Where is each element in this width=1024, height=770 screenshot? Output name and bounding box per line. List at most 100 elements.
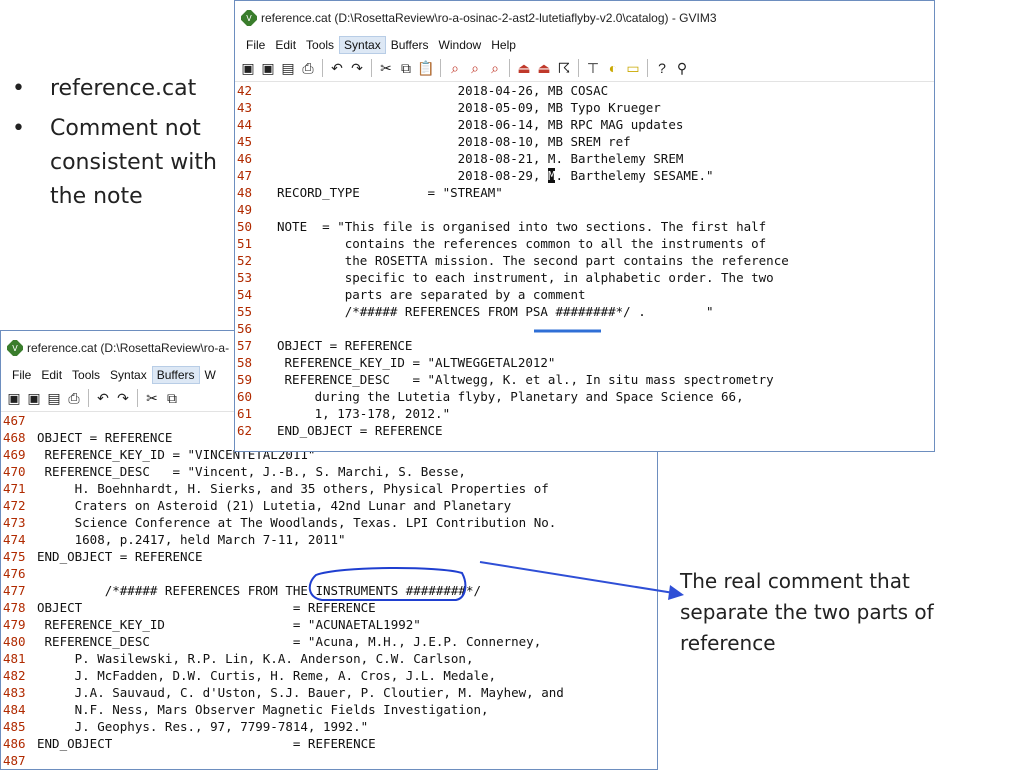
copy-icon[interactable]: ⧉ [397,59,415,77]
bullet-comment: Comment not consistent with the note [8,112,238,214]
gvim-window-front[interactable]: V reference.cat (D:\RosettaReview\ro-a-o… [234,0,935,452]
menu-file[interactable]: File [7,366,36,384]
line-text: END_OBJECT = REFERENCE [277,423,443,438]
help-icon[interactable]: ? [653,59,671,77]
line-number: 44 [237,117,253,132]
line-text: J. Geophys. Res., 97, 7799-7814, 1992." [37,719,369,734]
code-line: 52 the ROSETTA mission. The second part … [235,252,934,269]
line-number: 477 [3,583,26,598]
line-text: 1, 173-178, 2012." [277,406,451,421]
shell-icon[interactable]: ◐ [604,59,622,77]
load-session-icon[interactable]: ⏏ [515,59,533,77]
line-number: 43 [237,100,253,115]
line-number: 58 [237,355,253,370]
save-all-icon[interactable]: ▤ [45,389,63,407]
menu-file[interactable]: File [241,36,270,54]
gvim-app-icon: V [241,10,257,26]
undo-icon[interactable]: ↶ [94,389,112,407]
menu-syntax[interactable]: Syntax [339,36,386,54]
code-line: 485 J. Geophys. Res., 97, 7799-7814, 199… [1,718,657,735]
code-line: 45 2018-08-10, MB SREM ref [235,133,934,150]
open-icon[interactable]: ▣ [5,389,23,407]
menu-tools[interactable]: Tools [301,36,339,54]
cut-icon[interactable]: ✂ [377,59,395,77]
title-bar[interactable]: V reference.cat (D:\RosettaReview\ro-a-o… [235,1,934,35]
paste-icon[interactable]: 📋 [417,59,435,77]
line-number: 42 [237,83,253,98]
svg-text:V: V [12,344,18,353]
line-text: /*##### REFERENCES FROM THE INSTRUMENTS … [37,583,482,598]
code-line: 58 REFERENCE_KEY_ID = "ALTWEGGETAL2012" [235,354,934,371]
find-next-icon[interactable]: ⌕ [466,59,484,77]
toolbar-separator [509,59,510,77]
code-line: 62 END_OBJECT = REFERENCE [235,422,934,439]
line-text: RECORD_TYPE = "STREAM" [277,185,503,200]
find-help-icon[interactable]: ⚲ [673,59,691,77]
line-number: 61 [237,406,253,421]
run-script-icon[interactable]: ☈ [555,59,573,77]
toolbar-separator [322,59,323,77]
save-icon[interactable]: ▣ [25,389,43,407]
menu-window[interactable]: Window [434,36,487,54]
slide-bullet-list: reference.cat Comment not consistent wit… [8,72,238,220]
code-line: 479 REFERENCE_KEY_ID = "ACUNAETAL1992" [1,616,657,633]
gvim-app-icon: V [7,340,23,356]
redo-icon[interactable]: ↷ [114,389,132,407]
line-number: 46 [237,151,253,166]
print-icon[interactable]: ⎙ [299,59,317,77]
line-text: Craters on Asteroid (21) Lutetia, 42nd L… [37,498,512,513]
line-number: 57 [237,338,253,353]
line-text: contains the references common to all th… [277,236,767,251]
menu-edit[interactable]: Edit [270,36,301,54]
line-number: 469 [3,447,26,462]
save-session-icon[interactable]: ⏏ [535,59,553,77]
toolbar-separator [578,59,579,77]
print-icon[interactable]: ⎙ [65,389,83,407]
line-number: 51 [237,236,253,251]
menu-buffers[interactable]: Buffers [386,36,434,54]
menu-tools[interactable]: Tools [67,366,105,384]
find-icon[interactable]: ⌕ [446,59,464,77]
line-number: 50 [237,219,253,234]
find-prev-icon[interactable]: ⌕ [486,59,504,77]
menu-window[interactable]: W [200,366,221,384]
redo-icon[interactable]: ↷ [348,59,366,77]
line-text: REFERENCE_DESC = "Acuna, M.H., J.E.P. Co… [37,634,542,649]
open-icon[interactable]: ▣ [239,59,257,77]
line-number: 470 [3,464,26,479]
menu-syntax[interactable]: Syntax [105,366,152,384]
line-number: 483 [3,685,26,700]
cut-icon[interactable]: ✂ [143,389,161,407]
menu-buffers[interactable]: Buffers [151,366,200,384]
code-line: 46 2018-08-21, M. Barthelemy SREM [235,150,934,167]
line-text: parts are separated by a comment [277,287,586,302]
line-text: OBJECT = REFERENCE [37,600,376,615]
menu-help[interactable]: Help [486,36,521,54]
editor-buffer[interactable]: 467 468 OBJECT = REFERENCE 469 REFERENCE_… [1,412,657,769]
save-all-icon[interactable]: ▤ [279,59,297,77]
copy-icon[interactable]: ⧉ [163,389,181,407]
line-number: 478 [3,600,26,615]
code-line: 471 H. Boehnhardt, H. Sierks, and 35 oth… [1,480,657,497]
save-icon[interactable]: ▣ [259,59,277,77]
line-text: OBJECT = REFERENCE [277,338,413,353]
line-text: END_OBJECT = REFERENCE [37,549,203,564]
make-icon[interactable]: ⊤ [584,59,602,77]
line-number: 56 [237,321,253,336]
menu-edit[interactable]: Edit [36,366,67,384]
line-number: 47 [237,168,253,183]
line-text: P. Wasilewski, R.P. Lin, K.A. Anderson, … [37,651,474,666]
toolbar: ▣ ▣ ▤ ⎙ ↶ ↷ ✂ ⧉ 📋 ⌕ ⌕ ⌕ ⏏ ⏏ ☈ ⊤ ◐ ▭ ? ⚲ [235,55,934,82]
line-text: REFERENCE_DESC = "Vincent, J.-B., S. Mar… [37,464,466,479]
tag-jump-icon[interactable]: ▭ [624,59,642,77]
code-line: 43 2018-05-09, MB Typo Krueger [235,99,934,116]
toolbar-separator [440,59,441,77]
editor-buffer[interactable]: 42 2018-04-26, MB COSAC 43 2018-05-09, M… [235,82,934,439]
line-text: J.A. Sauvaud, C. d'Uston, S.J. Bauer, P.… [37,685,564,700]
code-line: 483 J.A. Sauvaud, C. d'Uston, S.J. Bauer… [1,684,657,701]
undo-icon[interactable]: ↶ [328,59,346,77]
code-line: 47 2018-08-29, M. Barthelemy SESAME." [235,167,934,184]
line-number: 60 [237,389,253,404]
code-line: 55 /*##### REFERENCES FROM PSA ########*… [235,303,934,320]
line-number: 485 [3,719,26,734]
